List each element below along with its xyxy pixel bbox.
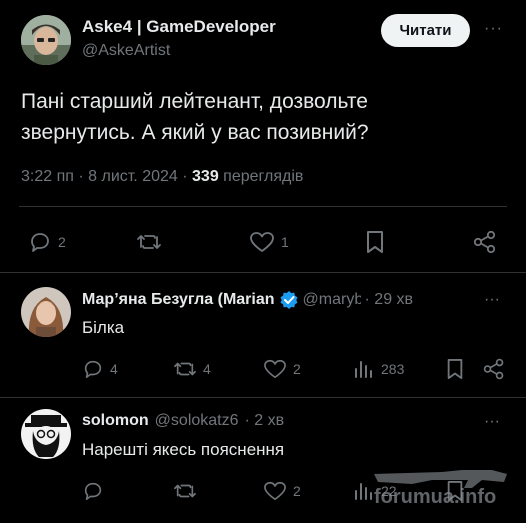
main-author-avatar[interactable] xyxy=(21,15,71,65)
reply-1-like-action[interactable]: 2 xyxy=(263,358,301,380)
heart-icon xyxy=(263,358,287,380)
main-post-text: Пані старший лейтенант, дозвольте зверну… xyxy=(21,86,369,148)
reply-2-text: Нарешті якесь пояснення xyxy=(82,440,285,459)
reply-1-avatar[interactable] xyxy=(21,287,71,337)
reply-1-header: Мар’яна Безугла (Marian @marybe · 29 хв xyxy=(82,290,507,310)
reply-icon xyxy=(82,358,104,380)
reply-2-like-count: 2 xyxy=(293,483,301,499)
more-options-icon[interactable]: ··· xyxy=(484,20,503,38)
retweet-action[interactable] xyxy=(136,230,162,254)
reply-2-retweet-action[interactable] xyxy=(173,480,197,502)
reply-2-time[interactable]: · 2 хв xyxy=(245,412,285,430)
reply-2-header: solomon @solokatz6 · 2 хв xyxy=(82,412,284,430)
reply-1-author-name[interactable]: Мар’яна Безугла (Marian xyxy=(82,291,275,309)
divider-actions xyxy=(0,272,526,273)
reply-2-avatar[interactable] xyxy=(21,409,71,459)
bookmark-action[interactable] xyxy=(364,229,386,255)
post-meta: 3:22 пп · 8 лист. 2024 · 339 переглядів xyxy=(21,168,303,186)
main-author-handle[interactable]: @AskeArtist xyxy=(82,42,170,60)
reply-2-like-action[interactable]: 2 xyxy=(263,480,301,502)
reply-2-more-icon[interactable]: ··· xyxy=(484,413,500,431)
reply-1-text: Білка xyxy=(82,318,125,337)
views-count: 339 xyxy=(192,168,219,185)
reply-1-retweet-count: 4 xyxy=(203,361,211,377)
heart-icon xyxy=(263,480,287,502)
heart-icon xyxy=(249,230,275,254)
retweet-icon xyxy=(173,358,197,380)
reply-count: 2 xyxy=(58,234,66,250)
reply-1-like-count: 2 xyxy=(293,361,301,377)
reply-icon xyxy=(82,480,104,502)
reply-1-share-action[interactable] xyxy=(482,357,506,381)
like-count: 1 xyxy=(281,234,289,250)
share-action[interactable] xyxy=(472,229,498,255)
divider-meta xyxy=(19,206,507,207)
share-icon xyxy=(482,357,506,381)
reply-1-views-action[interactable]: 283 xyxy=(353,358,404,380)
watermark-text: forumua.info xyxy=(374,486,497,508)
like-action[interactable]: 1 xyxy=(249,230,289,254)
verified-badge-icon xyxy=(279,290,299,310)
retweet-icon xyxy=(136,230,162,254)
main-post-text-line-2: звернутись. А який у вас позивний? xyxy=(21,121,369,144)
views-chart-icon xyxy=(353,358,375,380)
post-timestamp[interactable]: 3:22 пп · 8 лист. 2024 · xyxy=(21,168,188,185)
reply-1-more-icon[interactable]: ··· xyxy=(484,291,500,309)
reply-1-reply-count: 4 xyxy=(110,361,118,377)
reply-icon xyxy=(28,230,52,254)
reply-1-bookmark-action[interactable] xyxy=(445,357,465,381)
reply-1-reply-action[interactable]: 4 xyxy=(82,358,118,380)
bookmark-icon xyxy=(445,357,465,381)
reply-2-author-name[interactable]: solomon xyxy=(82,412,149,430)
reply-1-retweet-action[interactable]: 4 xyxy=(173,358,211,380)
main-author-name[interactable]: Aske4 | GameDeveloper xyxy=(82,17,276,37)
reply-1-views-count: 283 xyxy=(381,361,405,377)
reply-1-time[interactable]: · 29 хв xyxy=(365,291,414,309)
bookmark-icon xyxy=(364,229,386,255)
retweet-icon xyxy=(173,480,197,502)
main-post-text-line-1: Пані старший лейтенант, дозвольте xyxy=(21,90,368,113)
reply-2-reply-action[interactable] xyxy=(82,480,104,502)
views-label: переглядів xyxy=(223,168,304,185)
reply-action[interactable]: 2 xyxy=(28,230,66,254)
follow-button[interactable]: Читати xyxy=(381,14,470,47)
share-icon xyxy=(472,229,498,255)
divider-reply-1 xyxy=(0,397,526,398)
reply-2-handle[interactable]: @solokatz6 xyxy=(155,412,239,430)
reply-1-handle[interactable]: @marybe xyxy=(303,291,361,309)
